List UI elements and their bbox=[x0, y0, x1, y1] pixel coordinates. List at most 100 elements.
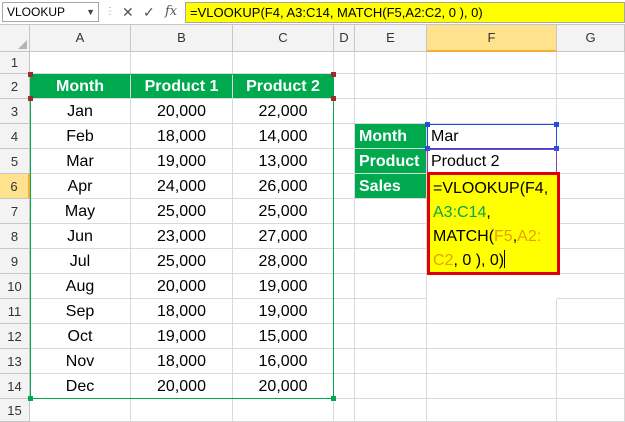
cell-e7[interactable] bbox=[355, 199, 427, 224]
ref-handle-icon[interactable] bbox=[28, 96, 33, 101]
cell-g12[interactable] bbox=[557, 324, 625, 349]
row-header-10[interactable]: 10 bbox=[0, 274, 30, 299]
row-header-4[interactable]: 4 bbox=[0, 124, 30, 149]
ref-handle-icon[interactable] bbox=[331, 72, 336, 77]
ref-handle-icon[interactable] bbox=[425, 122, 430, 127]
table-cell[interactable]: Jul bbox=[30, 249, 131, 274]
drag-handle-icon[interactable]: ⋮ bbox=[105, 3, 115, 21]
table-cell[interactable]: 20,000 bbox=[233, 374, 334, 399]
cell-d7[interactable] bbox=[334, 199, 355, 224]
cell-d12[interactable] bbox=[334, 324, 355, 349]
cell-d9[interactable] bbox=[334, 249, 355, 274]
cell-g1[interactable] bbox=[557, 52, 625, 74]
row-header-7[interactable]: 7 bbox=[0, 199, 30, 224]
column-header-c[interactable]: C bbox=[233, 25, 334, 52]
formula-input[interactable]: =VLOOKUP(F4, A3:C14, MATCH(F5,A2:C2, 0 )… bbox=[185, 2, 625, 23]
column-header-e[interactable]: E bbox=[355, 25, 427, 52]
table-cell[interactable]: Dec bbox=[30, 374, 131, 399]
cancel-icon[interactable]: ✕ bbox=[122, 3, 134, 21]
table-cell[interactable]: 20,000 bbox=[131, 374, 233, 399]
table-cell[interactable]: Aug bbox=[30, 274, 131, 299]
table-cell[interactable]: 22,000 bbox=[233, 99, 334, 124]
cell-g14[interactable] bbox=[557, 374, 625, 399]
table-cell[interactable]: 23,000 bbox=[131, 224, 233, 249]
lookup-product-label[interactable]: Product bbox=[355, 149, 427, 174]
cell-g9[interactable] bbox=[557, 249, 625, 274]
cell-d15[interactable] bbox=[334, 399, 355, 422]
table-cell[interactable]: 25,000 bbox=[233, 199, 334, 224]
cell-g5[interactable] bbox=[557, 149, 625, 174]
lookup-sales-label[interactable]: Sales bbox=[355, 174, 427, 199]
cell-editor[interactable]: =VLOOKUP(F4, A3:C14, MATCH(F5,A2: C2, 0 … bbox=[427, 172, 560, 275]
cell-b15[interactable] bbox=[131, 399, 233, 422]
table-cell[interactable]: 18,000 bbox=[131, 349, 233, 374]
row-header-13[interactable]: 13 bbox=[0, 349, 30, 374]
chevron-down-icon[interactable]: ▼ bbox=[86, 3, 95, 21]
cell-e3[interactable] bbox=[355, 99, 427, 124]
cell-e2[interactable] bbox=[355, 74, 427, 99]
table-cell[interactable]: 16,000 bbox=[233, 349, 334, 374]
cell-e10[interactable] bbox=[355, 274, 427, 299]
table-header-cell[interactable]: Product 1 bbox=[131, 74, 233, 99]
ref-handle-icon[interactable] bbox=[331, 96, 336, 101]
table-cell[interactable]: Jun bbox=[30, 224, 131, 249]
table-cell[interactable]: Mar bbox=[30, 149, 131, 174]
table-cell[interactable]: 18,000 bbox=[131, 299, 233, 324]
enter-icon[interactable]: ✓ bbox=[143, 3, 155, 21]
cell-g13[interactable] bbox=[557, 349, 625, 374]
ref-handle-icon[interactable] bbox=[28, 396, 33, 401]
cell-d8[interactable] bbox=[334, 224, 355, 249]
cell-d6[interactable] bbox=[334, 174, 355, 199]
lookup-month-value[interactable]: Mar bbox=[427, 124, 557, 149]
cell-d2[interactable] bbox=[334, 74, 355, 99]
cell-d10[interactable] bbox=[334, 274, 355, 299]
table-cell[interactable]: 18,000 bbox=[131, 124, 233, 149]
ref-handle-icon[interactable] bbox=[28, 72, 33, 77]
ref-handle-icon[interactable] bbox=[425, 146, 430, 151]
row-header-8[interactable]: 8 bbox=[0, 224, 30, 249]
cell-d4[interactable] bbox=[334, 124, 355, 149]
cell-f14[interactable] bbox=[427, 374, 557, 399]
table-cell[interactable]: 26,000 bbox=[233, 174, 334, 199]
table-cell[interactable]: May bbox=[30, 199, 131, 224]
row-header-14[interactable]: 14 bbox=[0, 374, 30, 399]
table-cell[interactable]: 24,000 bbox=[131, 174, 233, 199]
cell-g4[interactable] bbox=[557, 124, 625, 149]
cell-d3[interactable] bbox=[334, 99, 355, 124]
table-header-cell[interactable]: Product 2 bbox=[233, 74, 334, 99]
column-header-f[interactable]: F bbox=[427, 25, 557, 52]
row-header-9[interactable]: 9 bbox=[0, 249, 30, 274]
table-cell[interactable]: 25,000 bbox=[131, 199, 233, 224]
cell-f11[interactable] bbox=[427, 299, 557, 324]
ref-handle-icon[interactable] bbox=[331, 396, 336, 401]
cell-g8[interactable] bbox=[557, 224, 625, 249]
cell-e11[interactable] bbox=[355, 299, 427, 324]
cell-f3[interactable] bbox=[427, 99, 557, 124]
row-header-1[interactable]: 1 bbox=[0, 52, 30, 74]
row-header-2[interactable]: 2 bbox=[0, 74, 30, 99]
cell-e8[interactable] bbox=[355, 224, 427, 249]
table-cell[interactable]: 15,000 bbox=[233, 324, 334, 349]
cell-d14[interactable] bbox=[334, 374, 355, 399]
cell-g11[interactable] bbox=[557, 299, 625, 324]
lookup-product-value[interactable]: Product 2 bbox=[427, 149, 557, 174]
cell-a15[interactable] bbox=[30, 399, 131, 422]
row-header-5[interactable]: 5 bbox=[0, 149, 30, 174]
row-header-11[interactable]: 11 bbox=[0, 299, 30, 324]
cell-g6[interactable] bbox=[557, 174, 625, 199]
insert-function-icon[interactable]: fx bbox=[165, 3, 177, 21]
column-header-b[interactable]: B bbox=[131, 25, 233, 52]
row-header-12[interactable]: 12 bbox=[0, 324, 30, 349]
table-cell[interactable]: Feb bbox=[30, 124, 131, 149]
column-header-g[interactable]: G bbox=[557, 25, 625, 52]
cell-g3[interactable] bbox=[557, 99, 625, 124]
lookup-month-label[interactable]: Month bbox=[355, 124, 427, 149]
cell-e15[interactable] bbox=[355, 399, 427, 422]
cell-d13[interactable] bbox=[334, 349, 355, 374]
cell-e13[interactable] bbox=[355, 349, 427, 374]
cell-b1[interactable] bbox=[131, 52, 233, 74]
table-cell[interactable]: 13,000 bbox=[233, 149, 334, 174]
table-header-cell[interactable]: Month bbox=[30, 74, 131, 99]
table-cell[interactable]: Oct bbox=[30, 324, 131, 349]
table-cell[interactable]: 19,000 bbox=[233, 274, 334, 299]
